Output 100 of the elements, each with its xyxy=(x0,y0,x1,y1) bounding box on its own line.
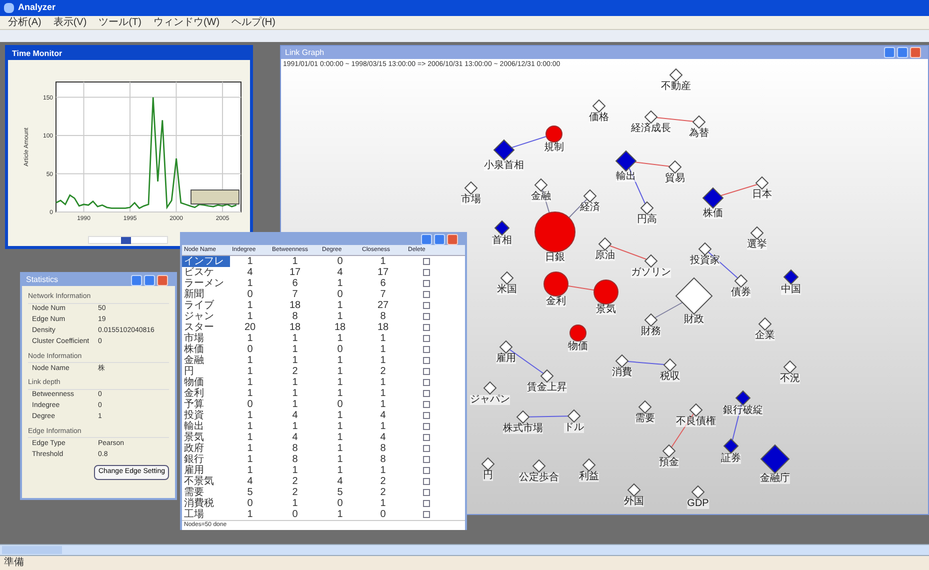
table-cell[interactable]: ライブ xyxy=(182,300,230,311)
menu-item[interactable]: 分析(A) xyxy=(8,16,42,28)
table-cell[interactable]: 円 xyxy=(182,366,230,377)
graph-node[interactable] xyxy=(758,317,772,331)
close-button[interactable] xyxy=(447,234,458,245)
menu-item[interactable]: 表示(V) xyxy=(53,16,87,28)
table-cell[interactable]: インフレ xyxy=(182,256,230,267)
table-cell[interactable]: ラーメン xyxy=(182,278,230,289)
checkbox[interactable] xyxy=(422,423,430,430)
menu-item[interactable]: ウィンドウ(W) xyxy=(153,16,220,28)
maximize-button[interactable] xyxy=(434,234,445,245)
checkbox[interactable] xyxy=(422,390,430,397)
checkbox[interactable] xyxy=(422,357,430,364)
graph-node[interactable] xyxy=(669,68,683,82)
checkbox[interactable] xyxy=(422,346,430,353)
checkbox[interactable] xyxy=(422,258,430,265)
minimize-button[interactable] xyxy=(131,274,142,286)
graph-node[interactable] xyxy=(615,354,629,368)
checkbox[interactable] xyxy=(422,478,430,485)
graph-node[interactable] xyxy=(534,212,576,252)
graph-node[interactable] xyxy=(583,189,597,203)
maximize-button[interactable] xyxy=(144,274,155,286)
table-cell[interactable]: ジャン xyxy=(182,311,230,322)
menu-item[interactable]: ツール(T) xyxy=(98,16,142,28)
table-cell[interactable]: 政府 xyxy=(182,443,230,454)
graph-node[interactable] xyxy=(783,269,799,285)
minimize-button[interactable] xyxy=(884,47,895,58)
scrollbar-thumb[interactable] xyxy=(2,546,62,554)
slider-thumb[interactable] xyxy=(120,237,130,244)
graph-node[interactable] xyxy=(702,187,724,209)
graph-node[interactable] xyxy=(675,277,713,315)
graph-node[interactable] xyxy=(493,139,515,161)
table-cell[interactable]: 新聞 xyxy=(182,289,230,300)
graph-node[interactable] xyxy=(723,438,739,454)
table-cell[interactable]: 金利 xyxy=(182,388,230,399)
graph-node[interactable] xyxy=(494,220,510,236)
table-cell[interactable]: 輸出 xyxy=(182,421,230,432)
graph-node[interactable] xyxy=(663,358,677,372)
checkbox[interactable] xyxy=(422,324,430,331)
checkbox[interactable] xyxy=(422,500,430,507)
graph-node[interactable] xyxy=(598,237,612,251)
minimize-button[interactable] xyxy=(421,234,432,245)
maximize-button[interactable] xyxy=(897,47,908,58)
graph-node[interactable] xyxy=(627,483,641,497)
checkbox[interactable] xyxy=(422,456,430,463)
checkbox[interactable] xyxy=(422,280,430,287)
table-cell[interactable]: 消費税 xyxy=(182,498,230,509)
table-cell[interactable]: 銀行 xyxy=(182,454,230,465)
checkbox[interactable] xyxy=(422,368,430,375)
close-button[interactable] xyxy=(157,274,168,286)
graph-node[interactable] xyxy=(662,444,676,458)
graph-node[interactable] xyxy=(546,126,562,142)
close-button[interactable] xyxy=(910,47,921,58)
table-cell[interactable]: 金融 xyxy=(182,355,230,366)
graph-node[interactable] xyxy=(615,150,637,172)
graph-node[interactable] xyxy=(755,176,769,190)
graph-node[interactable] xyxy=(640,201,654,215)
table-cell[interactable]: 株価 xyxy=(182,344,230,355)
table-cell[interactable]: スター xyxy=(182,322,230,333)
graph-node[interactable] xyxy=(760,444,790,474)
graph-node[interactable] xyxy=(698,242,712,256)
checkbox[interactable] xyxy=(422,335,430,342)
table-cell[interactable]: 市場 xyxy=(182,333,230,344)
table-cell[interactable]: ビスケ xyxy=(182,267,230,278)
checkbox[interactable] xyxy=(422,269,430,276)
graph-node[interactable] xyxy=(692,115,706,129)
graph-node[interactable] xyxy=(544,272,568,296)
graph-node[interactable] xyxy=(668,160,682,174)
graph-node[interactable] xyxy=(750,226,764,240)
graph-node[interactable] xyxy=(783,360,797,374)
checkbox[interactable] xyxy=(422,445,430,452)
graph-node[interactable] xyxy=(592,99,606,113)
horizontal-scrollbar[interactable] xyxy=(0,544,929,556)
table-cell[interactable]: 投資 xyxy=(182,410,230,421)
graph-node[interactable] xyxy=(464,181,478,195)
checkbox[interactable] xyxy=(422,401,430,408)
checkbox[interactable] xyxy=(422,412,430,419)
checkbox[interactable] xyxy=(422,302,430,309)
table-cell[interactable]: 物価 xyxy=(182,377,230,388)
graph-node[interactable] xyxy=(567,409,581,423)
graph-node[interactable] xyxy=(594,280,618,304)
table-cell[interactable]: 予算 xyxy=(182,399,230,410)
graph-node[interactable] xyxy=(500,271,514,285)
graph-node[interactable] xyxy=(534,178,548,192)
graph-node[interactable] xyxy=(499,340,513,354)
graph-node[interactable] xyxy=(638,400,652,414)
graph-node[interactable] xyxy=(691,485,705,499)
graph-node[interactable] xyxy=(735,390,751,406)
checkbox[interactable] xyxy=(422,379,430,386)
graph-node[interactable] xyxy=(644,313,658,327)
time-slider[interactable] xyxy=(88,236,168,244)
selection-box[interactable] xyxy=(190,190,240,204)
table-cell[interactable]: 雇用 xyxy=(182,465,230,476)
graph-node[interactable] xyxy=(481,457,495,471)
checkbox[interactable] xyxy=(422,434,430,441)
table-cell[interactable]: 不景気 xyxy=(182,476,230,487)
menu-item[interactable]: ヘルプ(H) xyxy=(232,16,276,28)
graph-node[interactable] xyxy=(570,324,586,342)
checkbox[interactable] xyxy=(422,489,430,496)
graph-node[interactable] xyxy=(734,274,748,288)
